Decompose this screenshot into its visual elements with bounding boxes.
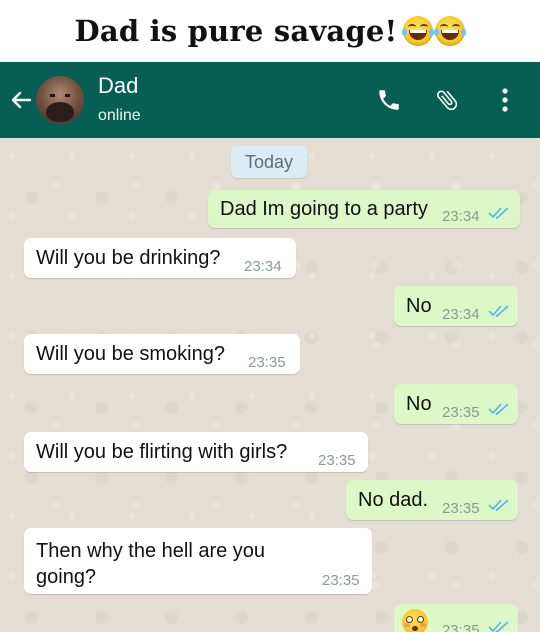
message-time: 23:35 xyxy=(318,452,356,469)
message-text: Dad Im going to a party xyxy=(220,198,428,220)
message-incoming[interactable]: Will you be drinking? 23:34 xyxy=(24,238,296,278)
read-receipt-icon xyxy=(488,207,509,220)
laughing-emoji-icon xyxy=(434,16,467,46)
message-time: 23:35 xyxy=(442,622,480,632)
read-receipt-icon xyxy=(488,403,509,416)
message-outgoing[interactable]: No 23:35 xyxy=(394,384,518,424)
flushed-face-emoji-icon xyxy=(402,609,428,632)
message-incoming[interactable]: Will you be smoking? 23:35 xyxy=(24,334,300,374)
read-receipt-icon xyxy=(488,499,509,512)
meme-title-text: Dad is pure savage! xyxy=(74,14,398,48)
paperclip-icon[interactable] xyxy=(432,85,462,115)
message-incoming[interactable]: Will you be flirting with girls? 23:35 xyxy=(24,432,368,472)
contact-info[interactable]: Dad online xyxy=(98,62,141,138)
contact-name: Dad xyxy=(98,73,139,98)
message-text: No xyxy=(406,295,432,317)
message-text: Will you be flirting with girls? xyxy=(36,441,288,463)
message-text: Then why the hell are you going? xyxy=(36,540,266,588)
message-text: No dad. xyxy=(358,489,429,511)
message-outgoing[interactable]: Dad Im going to a party 23:34 xyxy=(208,190,520,228)
message-time: 23:35 xyxy=(442,500,480,517)
message-time: 23:34 xyxy=(244,258,282,275)
message-text: Will you be drinking? xyxy=(36,247,221,269)
message-time: 23:35 xyxy=(322,572,360,589)
more-vert-icon[interactable] xyxy=(490,85,520,115)
chat-area[interactable]: Today Dad Im going to a party 23:34 Will… xyxy=(0,138,540,632)
message-text: Will you be smoking? xyxy=(36,343,225,365)
contact-status: online xyxy=(98,107,141,124)
message-time: 23:35 xyxy=(248,354,286,371)
meme-title: Dad is pure savage! xyxy=(0,0,540,62)
read-receipt-icon xyxy=(488,305,509,318)
read-receipt-icon xyxy=(488,621,509,632)
date-separator: Today xyxy=(231,146,307,178)
message-outgoing[interactable]: 23:35 xyxy=(394,604,518,632)
message-text: No xyxy=(406,393,432,415)
phone-icon[interactable] xyxy=(374,85,404,115)
chat-header: Dad online xyxy=(0,62,540,138)
message-time: 23:34 xyxy=(442,208,480,225)
message-incoming[interactable]: Then why the hell are you going? 23:35 xyxy=(24,528,372,594)
message-time: 23:35 xyxy=(442,404,480,421)
laughing-emoji-icon xyxy=(402,16,435,46)
message-outgoing[interactable]: No 23:34 xyxy=(394,286,518,326)
arrow-back-icon[interactable] xyxy=(4,80,38,120)
message-time: 23:34 xyxy=(442,306,480,323)
avatar[interactable] xyxy=(36,76,84,124)
message-outgoing[interactable]: No dad. 23:35 xyxy=(346,480,518,520)
